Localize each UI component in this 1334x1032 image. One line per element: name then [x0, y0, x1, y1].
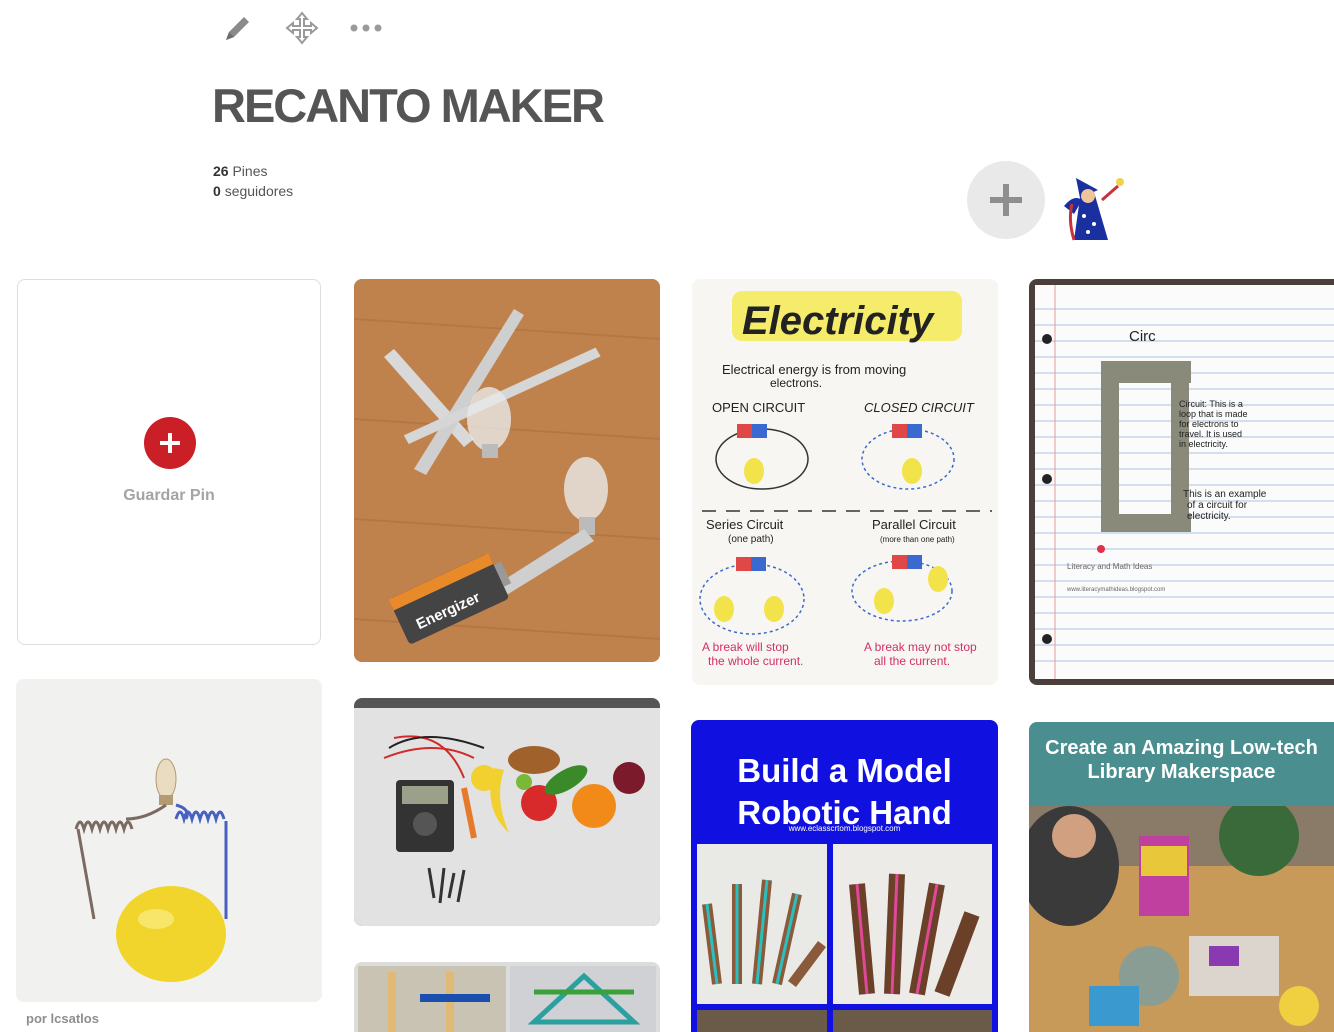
fruit-multimeter-image: [354, 698, 660, 926]
svg-text:This is an example: This is an example: [1183, 489, 1267, 500]
svg-text:CLOSED CIRCUIT: CLOSED CIRCUIT: [864, 400, 975, 415]
craft-sticks-image: [354, 962, 660, 1032]
pin-credit[interactable]: por lcsatlos: [26, 1011, 99, 1026]
svg-text:electricity.: electricity.: [1187, 511, 1231, 522]
svg-text:Literacy and Math Ideas: Literacy and Math Ideas: [1067, 562, 1152, 571]
svg-text:all the current.: all the current.: [874, 654, 950, 668]
svg-text:(one path): (one path): [728, 534, 774, 545]
pin-craft-sticks[interactable]: [354, 962, 660, 1032]
followers-count[interactable]: 0 seguidores: [213, 181, 293, 201]
svg-text:for electrons to: for electrons to: [1179, 419, 1239, 429]
foil-bulbs-image: Energizer: [354, 279, 660, 662]
svg-text:travel. It is used: travel. It is used: [1179, 429, 1242, 439]
pin-fruit-multimeter[interactable]: [354, 698, 660, 926]
save-pin-button[interactable]: [144, 417, 196, 469]
pins-count[interactable]: 26 Pines: [213, 161, 293, 181]
pin-foil-bulbs[interactable]: Energizer: [354, 279, 660, 662]
plus-icon: [160, 433, 180, 453]
svg-text:Circ: Circ: [1129, 328, 1156, 345]
svg-text:Circuit: This is a: Circuit: This is a: [1179, 399, 1243, 409]
save-pin-label: Guardar Pin: [123, 487, 215, 504]
svg-text:in electricity.: in electricity.: [1179, 439, 1228, 449]
pin-robotic-hand[interactable]: Build a Model Robotic Hand www.eclasscrto…: [691, 720, 998, 1032]
pin-notebook-circuit[interactable]: Circ Circuit: This is a loop that is mad…: [1029, 279, 1334, 685]
avatar[interactable]: [1054, 170, 1128, 244]
electricity-chart-image: Electricity Electrical energy is from mo…: [692, 279, 998, 685]
svg-text:(more than one path): (more than one path): [880, 535, 955, 544]
board-toolbar: [220, 10, 384, 46]
svg-text:Series Circuit: Series Circuit: [706, 517, 784, 532]
svg-text:electrons.: electrons.: [770, 376, 822, 390]
add-collaborator-button[interactable]: [967, 161, 1045, 239]
wizard-avatar-icon: [1064, 178, 1124, 241]
makerspace-title: Create an Amazing Low-tech Library Makers…: [1045, 737, 1318, 783]
svg-text:OPEN CIRCUIT: OPEN CIRCUIT: [712, 400, 805, 415]
svg-text:Parallel Circuit: Parallel Circuit: [872, 517, 956, 532]
board-title: RECANTO MAKER: [212, 79, 605, 132]
svg-text:A break may not stop: A break may not stop: [864, 640, 977, 654]
pin-lemon-battery[interactable]: [16, 679, 322, 1002]
robotic-hand-title: Build a Model Robotic Hand: [737, 752, 952, 831]
plus-icon: [990, 184, 1022, 216]
svg-text:A break will stop: A break will stop: [702, 640, 789, 654]
robotic-hand-image: [697, 844, 992, 1032]
lemon-battery-image: [16, 679, 322, 1002]
svg-text:of a circuit for: of a circuit for: [1187, 500, 1248, 511]
notebook-circuit-image: Circ Circuit: This is a loop that is mad…: [1029, 279, 1334, 685]
svg-text:www.literacymathideas.blogspot: www.literacymathideas.blogspot.com: [1066, 587, 1165, 593]
makerspace-image: [1029, 806, 1334, 1032]
svg-text:Electrical energy is from movi: Electrical energy is from moving: [722, 362, 906, 377]
board-stats: 26 Pines 0 seguidores: [213, 161, 293, 201]
pin-electricity-chart[interactable]: Electricity Electrical energy is from mo…: [692, 279, 998, 685]
save-pin-card[interactable]: Guardar Pin: [17, 279, 321, 645]
svg-text:Electricity: Electricity: [742, 299, 935, 343]
move-icon[interactable]: [284, 10, 320, 46]
svg-text:the whole current.: the whole current.: [708, 654, 803, 668]
pencil-icon[interactable]: [220, 10, 256, 46]
pin-library-makerspace[interactable]: Create an Amazing Low-tech Library Makers…: [1029, 722, 1334, 1032]
more-icon[interactable]: [348, 10, 384, 46]
robotic-hand-site: www.eclasscrtom.blogspot.com: [788, 824, 901, 833]
svg-text:loop that is made: loop that is made: [1179, 409, 1248, 419]
